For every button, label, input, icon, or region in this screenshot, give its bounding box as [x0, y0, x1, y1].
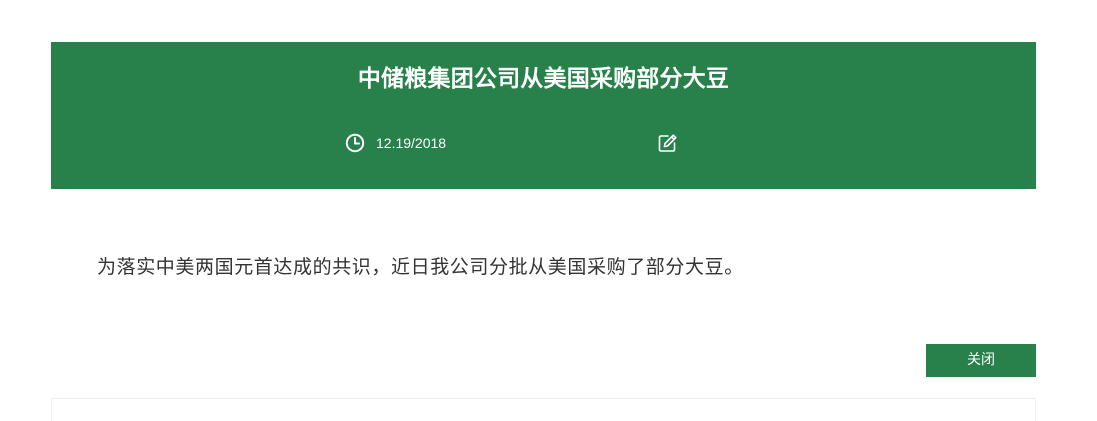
article-body: 为落实中美两国元首达成的共识，近日我公司分批从美国采购了部分大豆。 [97, 256, 744, 278]
close-button[interactable]: 关闭 [926, 344, 1036, 377]
clock-icon [345, 133, 365, 153]
article-title: 中储粮集团公司从美国采购部分大豆 [357, 66, 730, 92]
article-header: 中储粮集团公司从美国采购部分大豆 12.19/2018 [51, 42, 1036, 189]
article-date: 12.19/2018 [345, 132, 446, 154]
date-text: 12.19/2018 [376, 135, 447, 151]
next-panel [51, 398, 1036, 421]
article-page: 中储粮集团公司从美国采购部分大豆 12.19/2018 为落实中美两国元首达成的… [0, 0, 1097, 421]
edit-icon[interactable] [657, 133, 678, 154]
